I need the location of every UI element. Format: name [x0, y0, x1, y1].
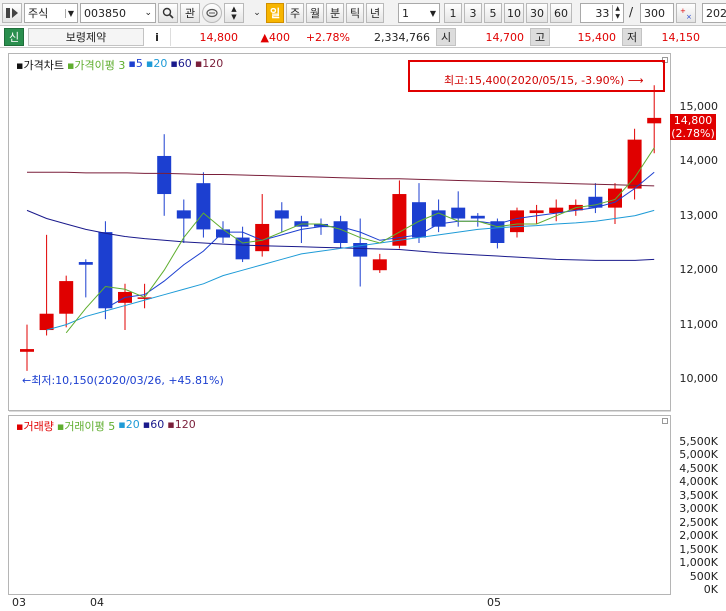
x-label-mar: 03	[12, 596, 26, 609]
legend-vma20: ▪20	[118, 418, 140, 431]
price-y-tick: 12,000	[679, 263, 719, 277]
volume-chart-panel[interactable]	[8, 415, 671, 595]
candle-body	[470, 215, 485, 219]
ma120-line	[27, 171, 655, 187]
legend-vma60: ▪60	[142, 418, 165, 431]
candle-body	[20, 349, 34, 352]
legend-volume-title: ▪거래량	[16, 420, 54, 433]
price-y-tick: 10,000	[679, 372, 719, 385]
current-price-marker-pct: (2.78%)	[671, 127, 715, 140]
price-y-tick: 15,000	[679, 100, 719, 113]
current-price-marker-value: 14,800	[673, 114, 713, 127]
candle-body	[157, 155, 172, 195]
volume-y-tick: 1,000K	[679, 556, 718, 570]
current-price-marker: 14,800 (2.78%)	[670, 114, 716, 140]
x-label-may: 05	[487, 596, 501, 609]
volume-y-tick: 2,500K	[679, 515, 718, 529]
volume-y-tick: 4,500K	[679, 461, 718, 475]
ma20-line	[46, 209, 655, 331]
candle-body	[608, 188, 622, 208]
volume-y-tick: 4,000K	[679, 475, 718, 489]
candle-body	[196, 183, 211, 230]
candle-body	[98, 232, 113, 309]
legend-vma120: ▪120	[167, 418, 196, 431]
volume-y-tick: 5,000K	[679, 448, 718, 462]
volume-legend: ▪거래량 ▪거래이평 5 ▪20 ▪60 ▪120	[16, 418, 196, 434]
panel-maximize-icon[interactable]	[662, 418, 668, 424]
legend-vma-label: ▪거래이평 5	[56, 420, 116, 433]
volume-y-tick: 3,000K	[679, 502, 718, 516]
candle-body	[510, 210, 524, 233]
candle-body	[627, 139, 642, 189]
candle-body	[451, 207, 466, 219]
volume-y-tick: 5,500K	[679, 435, 718, 448]
candle-body	[333, 221, 348, 243]
candle-body	[490, 221, 505, 243]
candle-body	[59, 281, 74, 314]
volume-y-tick: 0K	[703, 583, 718, 596]
volume-y-tick: 1,500K	[679, 542, 718, 556]
candle-body	[529, 210, 544, 214]
price-y-tick: 14,000	[679, 154, 719, 168]
candle-body	[647, 117, 662, 124]
high-annotation: 최고:15,400(2020/05/15, -3.90%) ⟶	[444, 74, 644, 87]
candle-body	[255, 223, 270, 252]
low-annotation: ←최저:10,150(2020/03/26, +45.81%)	[22, 374, 224, 387]
candle-body	[274, 210, 289, 219]
candle-body	[372, 259, 387, 271]
candle-body	[39, 313, 54, 331]
candle-body	[235, 237, 250, 260]
x-label-apr: 04	[90, 596, 104, 609]
volume-y-tick: 3,500K	[679, 488, 718, 502]
price-y-tick: 11,000	[679, 317, 719, 331]
volume-y-tick: 500K	[689, 569, 718, 583]
candle-body	[78, 262, 93, 265]
volume-y-tick: 2,000K	[679, 529, 718, 543]
price-y-tick: 13,000	[679, 208, 719, 222]
candle-body	[176, 210, 191, 219]
